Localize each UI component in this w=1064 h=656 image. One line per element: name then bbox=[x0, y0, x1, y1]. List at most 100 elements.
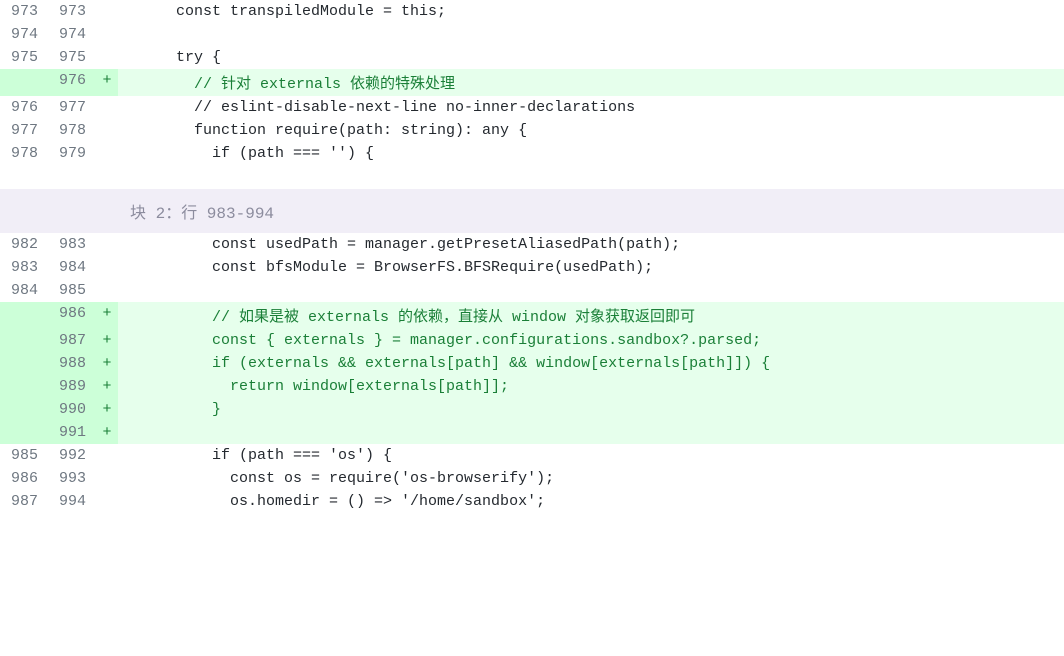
diff-row[interactable]: 976+ // 针对 externals 依赖的特殊处理 bbox=[0, 69, 1064, 96]
line-number-new: 975 bbox=[48, 46, 96, 69]
line-number-new: 990 bbox=[48, 398, 96, 421]
line-number-old bbox=[0, 421, 48, 444]
code-content: // eslint-disable-next-line no-inner-dec… bbox=[118, 96, 1064, 119]
diff-marker bbox=[96, 467, 118, 490]
diff-marker bbox=[96, 233, 118, 256]
line-number-new: 984 bbox=[48, 256, 96, 279]
diff-spacer bbox=[0, 165, 1064, 189]
code-content: return window[externals[path]]; bbox=[118, 375, 1064, 398]
line-number-old: 975 bbox=[0, 46, 48, 69]
diff-row[interactable]: 983984 const bfsModule = BrowserFS.BFSRe… bbox=[0, 256, 1064, 279]
code-content: if (path === 'os') { bbox=[118, 444, 1064, 467]
code-content: const bfsModule = BrowserFS.BFSRequire(u… bbox=[118, 256, 1064, 279]
line-number-old: 978 bbox=[0, 142, 48, 165]
diff-marker bbox=[96, 490, 118, 513]
code-content: function require(path: string): any { bbox=[118, 119, 1064, 142]
line-number-new: 983 bbox=[48, 233, 96, 256]
diff-marker bbox=[96, 119, 118, 142]
line-number-old: 974 bbox=[0, 23, 48, 46]
diff-row[interactable]: 990+ } bbox=[0, 398, 1064, 421]
diff-row[interactable]: 986993 const os = require('os-browserify… bbox=[0, 467, 1064, 490]
diff-marker bbox=[96, 142, 118, 165]
diff-marker bbox=[96, 96, 118, 119]
diff-row[interactable]: 973973 const transpiledModule = this; bbox=[0, 0, 1064, 23]
code-content: // 针对 externals 依赖的特殊处理 bbox=[118, 69, 1064, 96]
diff-marker: + bbox=[96, 398, 118, 421]
line-number-old: 987 bbox=[0, 490, 48, 513]
diff-marker bbox=[96, 256, 118, 279]
line-number-new: 979 bbox=[48, 142, 96, 165]
line-number-new: 991 bbox=[48, 421, 96, 444]
diff-marker bbox=[96, 0, 118, 23]
code-content bbox=[118, 421, 1064, 444]
line-number-new: 989 bbox=[48, 375, 96, 398]
diff-row[interactable]: 984985 bbox=[0, 279, 1064, 302]
line-number-old bbox=[0, 398, 48, 421]
line-number-new: 994 bbox=[48, 490, 96, 513]
diff-marker bbox=[96, 46, 118, 69]
line-number-old: 985 bbox=[0, 444, 48, 467]
diff-row[interactable]: 976977 // eslint-disable-next-line no-in… bbox=[0, 96, 1064, 119]
code-content bbox=[118, 279, 1064, 302]
diff-row[interactable]: 988+ if (externals && externals[path] &&… bbox=[0, 352, 1064, 375]
diff-marker: + bbox=[96, 69, 118, 96]
line-number-old: 973 bbox=[0, 0, 48, 23]
code-content: // 如果是被 externals 的依赖，直接从 window 对象获取返回即… bbox=[118, 302, 1064, 329]
diff-row[interactable]: 987+ const { externals } = manager.confi… bbox=[0, 329, 1064, 352]
line-number-new: 992 bbox=[48, 444, 96, 467]
diff-row[interactable]: 986+ // 如果是被 externals 的依赖，直接从 window 对象… bbox=[0, 302, 1064, 329]
line-number-new: 974 bbox=[48, 23, 96, 46]
code-content: if (path === '') { bbox=[118, 142, 1064, 165]
diff-row[interactable]: 978979 if (path === '') { bbox=[0, 142, 1064, 165]
line-number-old: 977 bbox=[0, 119, 48, 142]
code-content: if (externals && externals[path] && wind… bbox=[118, 352, 1064, 375]
line-number-new: 985 bbox=[48, 279, 96, 302]
diff-row[interactable]: 982983 const usedPath = manager.getPrese… bbox=[0, 233, 1064, 256]
diff-row[interactable]: 987994 os.homedir = () => '/home/sandbox… bbox=[0, 490, 1064, 513]
line-number-new: 978 bbox=[48, 119, 96, 142]
code-content: const usedPath = manager.getPresetAliase… bbox=[118, 233, 1064, 256]
diff-row[interactable]: 975975 try { bbox=[0, 46, 1064, 69]
line-number-old bbox=[0, 375, 48, 398]
code-content: try { bbox=[118, 46, 1064, 69]
line-number-old: 982 bbox=[0, 233, 48, 256]
code-content: const os = require('os-browserify'); bbox=[118, 467, 1064, 490]
diff-table: 973973 const transpiledModule = this;974… bbox=[0, 0, 1064, 513]
line-number-old bbox=[0, 69, 48, 96]
diff-marker bbox=[96, 444, 118, 467]
line-number-new: 973 bbox=[48, 0, 96, 23]
diff-row[interactable]: 985992 if (path === 'os') { bbox=[0, 444, 1064, 467]
diff-marker: + bbox=[96, 329, 118, 352]
line-number-new: 993 bbox=[48, 467, 96, 490]
diff-marker bbox=[96, 23, 118, 46]
hunk-label: 块 2：行 983-994 bbox=[118, 189, 1064, 233]
line-number-new: 977 bbox=[48, 96, 96, 119]
diff-hunk-1: 973973 const transpiledModule = this;974… bbox=[0, 0, 1064, 165]
line-number-old bbox=[0, 352, 48, 375]
line-number-old: 986 bbox=[0, 467, 48, 490]
line-number-old bbox=[0, 329, 48, 352]
diff-hunk-header[interactable]: 块 2：行 983-994 bbox=[0, 189, 1064, 233]
line-number-old: 984 bbox=[0, 279, 48, 302]
diff-row[interactable]: 974974 bbox=[0, 23, 1064, 46]
diff-marker: + bbox=[96, 375, 118, 398]
code-content bbox=[118, 23, 1064, 46]
diff-hunk-2: 982983 const usedPath = manager.getPrese… bbox=[0, 233, 1064, 513]
code-content: os.homedir = () => '/home/sandbox'; bbox=[118, 490, 1064, 513]
line-number-new: 986 bbox=[48, 302, 96, 329]
diff-row[interactable]: 991+ bbox=[0, 421, 1064, 444]
line-number-old: 976 bbox=[0, 96, 48, 119]
diff-row[interactable]: 977978 function require(path: string): a… bbox=[0, 119, 1064, 142]
line-number-old: 983 bbox=[0, 256, 48, 279]
code-content: const { externals } = manager.configurat… bbox=[118, 329, 1064, 352]
diff-marker bbox=[96, 279, 118, 302]
diff-marker: + bbox=[96, 352, 118, 375]
code-content: } bbox=[118, 398, 1064, 421]
diff-marker: + bbox=[96, 302, 118, 329]
diff-marker: + bbox=[96, 421, 118, 444]
line-number-new: 988 bbox=[48, 352, 96, 375]
line-number-new: 987 bbox=[48, 329, 96, 352]
diff-row[interactable]: 989+ return window[externals[path]]; bbox=[0, 375, 1064, 398]
line-number-old bbox=[0, 302, 48, 329]
line-number-new: 976 bbox=[48, 69, 96, 96]
